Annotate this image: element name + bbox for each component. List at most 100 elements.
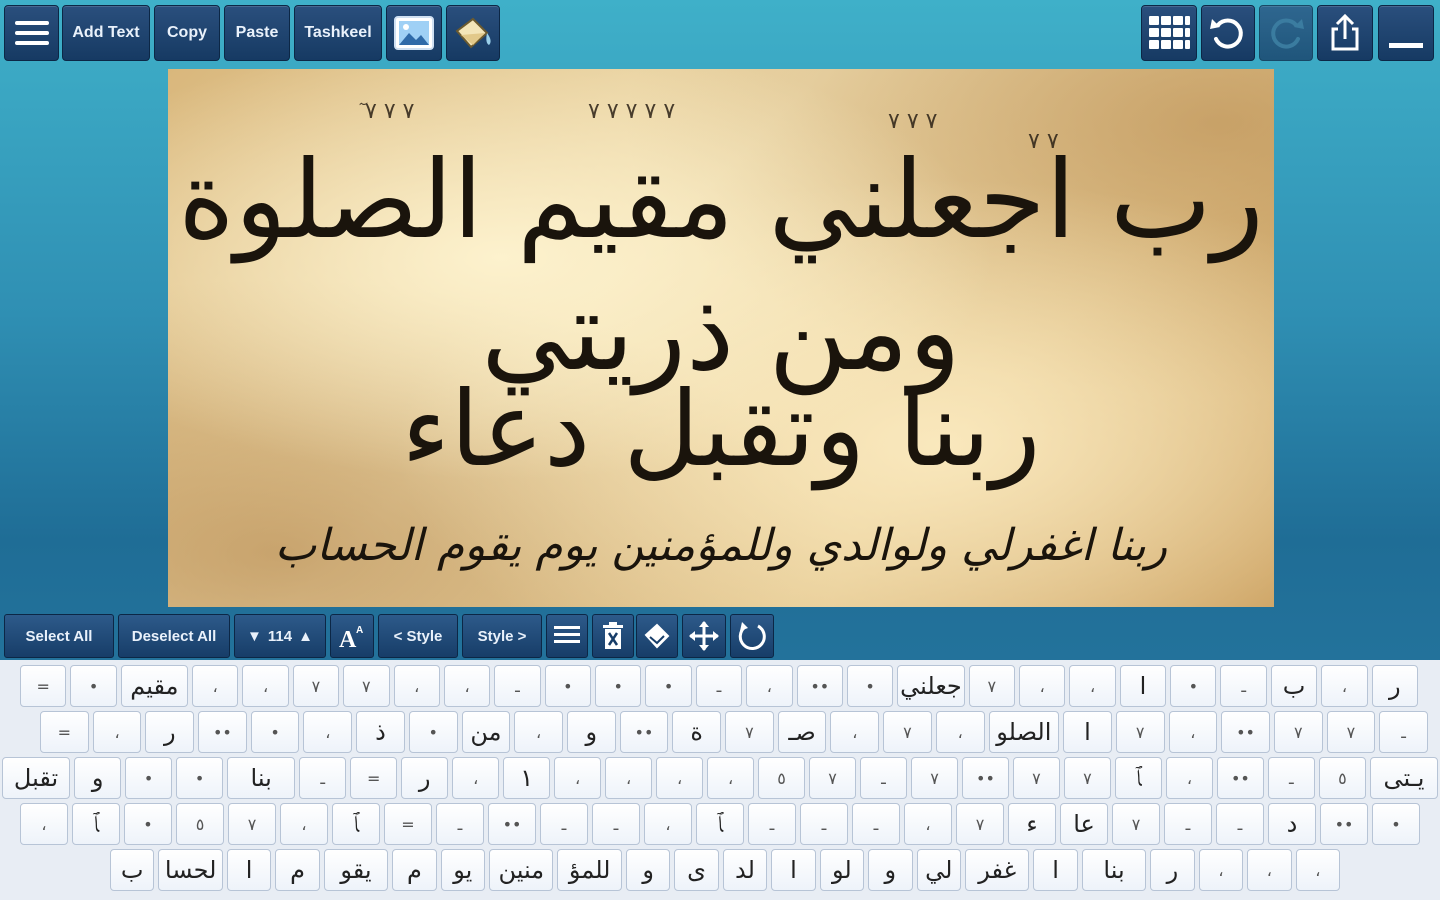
glyph-key[interactable]: ، <box>1069 665 1116 707</box>
glyph-key[interactable]: ٧ <box>956 803 1004 845</box>
glyph-key[interactable]: ٧ <box>1012 757 1060 799</box>
glyph-key[interactable]: ، <box>1168 711 1218 753</box>
redo-button[interactable] <box>1259 5 1313 61</box>
move-button[interactable] <box>682 614 726 658</box>
glyph-key[interactable]: ـ <box>1267 757 1315 799</box>
calligraphy-line-3[interactable]: ربنا اغفرلي ولوالدي وللمؤمنين يوم يقوم ا… <box>168 517 1274 575</box>
glyph-key[interactable]: ا <box>1063 711 1112 753</box>
glyph-key[interactable]: ، <box>707 757 755 799</box>
glyph-key[interactable]: من <box>461 711 511 753</box>
glyph-key[interactable]: • <box>125 757 173 799</box>
glyph-key[interactable]: تقبل <box>1 757 71 799</box>
glyph-key[interactable]: جعلني <box>897 665 965 707</box>
copy-button[interactable]: Copy <box>154 5 220 61</box>
glyph-key[interactable]: بنا <box>1081 849 1147 891</box>
glyph-key[interactable]: و <box>868 849 913 891</box>
glyph-key[interactable]: عا <box>1060 803 1108 845</box>
glyph-key[interactable]: ـ <box>860 757 907 799</box>
glyph-key[interactable]: ـ <box>540 803 588 845</box>
glyph-key[interactable]: ٥ <box>1318 757 1366 799</box>
rotate-button[interactable] <box>730 614 774 658</box>
glyph-key[interactable]: بنا <box>227 757 296 799</box>
glyph-key[interactable]: • <box>176 757 224 799</box>
glyph-key[interactable]: ، <box>605 757 653 799</box>
glyph-key[interactable]: و <box>74 757 122 799</box>
undo-button[interactable] <box>1201 5 1255 61</box>
glyph-key[interactable]: • <box>250 711 300 753</box>
glyph-key[interactable]: • <box>595 665 642 707</box>
glyph-key[interactable]: ـ <box>592 803 640 845</box>
glyph-key[interactable]: يقو <box>323 849 389 891</box>
glyph-key[interactable]: ٧ <box>1115 711 1165 753</box>
glyph-key[interactable]: ﭑ <box>696 803 744 845</box>
glyph-key[interactable]: ﭑ <box>72 803 120 845</box>
glyph-key[interactable]: لحسا <box>158 849 223 891</box>
glyph-key[interactable]: ٧ <box>1326 711 1376 753</box>
glyph-key[interactable]: م <box>275 849 320 891</box>
glyph-key[interactable]: يو <box>440 849 486 891</box>
glyph-key[interactable]: ، <box>303 711 353 753</box>
glyph-key[interactable]: ١ <box>503 757 551 799</box>
glyph-key[interactable]: •• <box>796 665 843 707</box>
calligraphy-line-2[interactable]: ربنا وتقبل دعاء <box>168 369 1274 489</box>
font-size-stepper[interactable]: ▼ 114 ▲ <box>234 614 326 658</box>
paste-button[interactable]: Paste <box>224 5 290 61</box>
glyph-key[interactable]: و <box>566 711 616 753</box>
glyph-key[interactable]: ٧ <box>1273 711 1323 753</box>
glyph-key[interactable]: ، <box>904 803 952 845</box>
add-image-button[interactable] <box>386 5 442 61</box>
add-text-button[interactable]: Add Text <box>62 5 150 61</box>
glyph-key[interactable]: ٧ <box>911 757 958 799</box>
glyph-key[interactable]: ـ <box>1220 665 1267 707</box>
minimize-button[interactable] <box>1378 5 1434 61</box>
glyph-key[interactable]: ، <box>92 711 142 753</box>
glyph-key[interactable]: ر <box>145 711 195 753</box>
decrease-size-icon[interactable]: ▼ <box>247 628 262 645</box>
glyph-key[interactable]: ا <box>1119 665 1167 707</box>
glyph-key[interactable]: ، <box>514 711 563 753</box>
glyph-key[interactable]: = <box>40 711 89 753</box>
glyph-key[interactable]: = <box>384 803 432 845</box>
glyph-key[interactable]: ر <box>1150 849 1195 891</box>
glyph-key[interactable]: ٧ <box>968 665 1015 707</box>
calligraphy-canvas[interactable]: ٓ ٧ ٧ ٧ ٧ ٧ ٧ ٧ ٧ ٧ ٧ ٧ ٧ ٧ رب اجعلني مق… <box>168 69 1274 607</box>
glyph-key[interactable]: ، <box>830 711 880 753</box>
glyph-key[interactable]: ، <box>20 803 68 845</box>
glyph-key[interactable]: ، <box>746 665 793 707</box>
glyph-key[interactable]: ٧ <box>343 665 390 707</box>
glyph-key[interactable]: • <box>544 665 592 707</box>
glyph-key[interactable]: للمؤ <box>557 849 622 891</box>
glyph-key[interactable]: ء <box>1008 803 1056 845</box>
glyph-key[interactable]: ر <box>1371 665 1418 707</box>
glyph-key[interactable]: ـ <box>748 803 796 845</box>
glyph-key[interactable]: ا <box>771 849 816 891</box>
tashkeel-button[interactable]: Tashkeel <box>294 5 382 61</box>
align-button[interactable] <box>546 614 588 658</box>
delete-button[interactable] <box>592 614 634 658</box>
prev-style-button[interactable]: < Style <box>378 614 458 658</box>
calligraphy-line-1[interactable]: رب اجعلني مقيم الصلوة ومن ذريتي <box>168 135 1274 399</box>
glyph-key[interactable]: ، <box>656 757 704 799</box>
glyph-key[interactable]: ـ <box>800 803 848 845</box>
glyph-key[interactable]: ب <box>110 849 155 891</box>
glyph-key[interactable]: •• <box>1221 711 1270 753</box>
glyph-key[interactable]: ى <box>674 849 719 891</box>
glyph-key[interactable]: •• <box>488 803 536 845</box>
glyph-key[interactable]: ٧ <box>1063 757 1111 799</box>
glyph-key[interactable]: لي <box>916 849 961 891</box>
share-button[interactable] <box>1317 5 1373 61</box>
glyph-key[interactable]: •• <box>962 757 1009 799</box>
glyph-key[interactable]: يـتى <box>1369 757 1438 799</box>
menu-button[interactable] <box>4 5 59 61</box>
glyph-key[interactable]: • <box>846 665 894 707</box>
glyph-key[interactable]: ، <box>192 665 239 707</box>
glyph-key[interactable]: • <box>70 665 117 707</box>
glyph-key[interactable]: ٧ <box>883 711 932 753</box>
glyph-key[interactable]: غفر <box>964 849 1030 891</box>
glyph-key[interactable]: م <box>392 849 437 891</box>
glyph-key[interactable]: • <box>124 803 172 845</box>
glyph-key[interactable]: • <box>1372 803 1420 845</box>
glyph-key[interactable]: • <box>408 711 458 753</box>
glyph-key[interactable]: ر <box>401 757 449 799</box>
glyph-key[interactable]: ، <box>935 711 985 753</box>
